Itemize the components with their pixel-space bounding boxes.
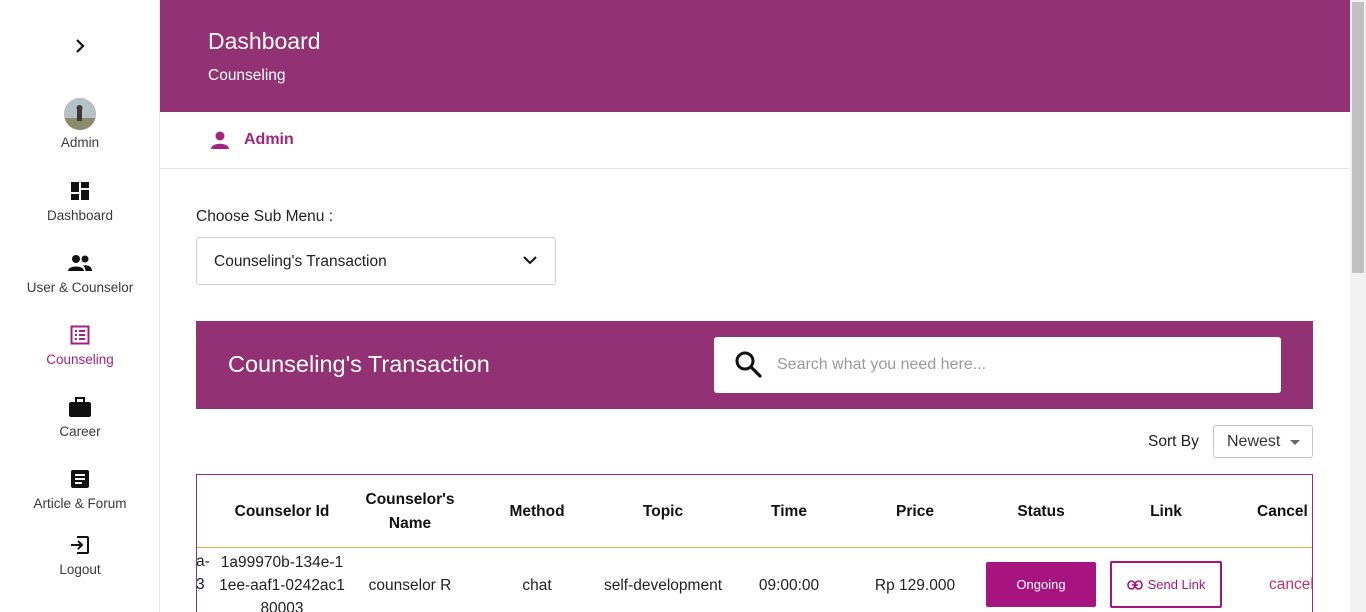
sidebar-item-user-counselor[interactable]: User & Counselor — [0, 251, 160, 295]
sidebar-item-logout[interactable]: Logout — [0, 533, 160, 577]
status-badge[interactable]: Ongoing — [986, 562, 1096, 607]
send-link-label: Send Link — [1147, 577, 1206, 592]
submenu-label: Choose Sub Menu : — [196, 208, 334, 225]
avatar — [64, 98, 96, 130]
sidebar-item-label: Counseling — [46, 352, 114, 367]
sidebar-item-label: Logout — [59, 562, 101, 577]
scrollbar-thumb[interactable] — [1352, 2, 1364, 273]
sidebar-profile[interactable]: Admin — [0, 98, 160, 150]
column-header: Status — [1017, 502, 1065, 520]
column-header: Topic — [642, 502, 684, 520]
submenu-selected-value: Counseling's Transaction — [214, 253, 387, 270]
submenu-select[interactable]: Counseling's Transaction — [196, 237, 556, 285]
column-header: Price — [896, 502, 934, 520]
briefcase-icon — [68, 395, 92, 419]
column-header: Cancel — [1257, 502, 1308, 520]
column-header: Link — [1150, 502, 1182, 520]
vertical-scrollbar[interactable] — [1350, 0, 1366, 612]
send-link-button[interactable]: Send Link — [1110, 561, 1222, 608]
search-input[interactable] — [777, 347, 1257, 383]
sort-select[interactable]: Newest — [1213, 425, 1313, 458]
cell-truncated-previous: a- 3 — [196, 553, 210, 593]
chevron-right-icon — [76, 39, 85, 53]
cell-counselor-id: 1a99970b-134e-11ee-aaf1-0242ac180003 — [219, 554, 345, 612]
transaction-panel-header: Counseling's Transaction — [196, 321, 1313, 409]
search-icon — [734, 350, 762, 383]
user-bar: Admin — [160, 112, 1350, 169]
logout-icon — [68, 533, 92, 557]
sidebar-item-label: Article & Forum — [33, 496, 127, 511]
sidebar-profile-label: Admin — [60, 135, 100, 150]
cell-counselor-name: counselor R — [368, 577, 452, 594]
search-box[interactable] — [714, 337, 1281, 393]
cell-method: chat — [522, 577, 552, 594]
sidebar-item-label: Dashboard — [46, 208, 114, 223]
column-header: Counselor's Name — [365, 490, 455, 532]
expand-sidebar-button[interactable] — [70, 35, 90, 57]
column-header: Method — [509, 502, 565, 520]
dashboard-icon — [68, 179, 92, 203]
sidebar-item-article-forum[interactable]: Article & Forum — [0, 467, 160, 511]
panel-title: Counseling's Transaction — [228, 351, 490, 377]
sidebar-item-counseling[interactable]: Counseling — [0, 323, 160, 367]
sidebar: Admin Dashboard User & Counselor Counsel… — [0, 0, 160, 612]
page-header: Dashboard Counseling — [160, 0, 1350, 112]
user-name[interactable]: Admin — [244, 131, 294, 149]
sidebar-item-career[interactable]: Career — [0, 395, 160, 439]
sidebar-item-label: Career — [59, 424, 101, 439]
transactions-table: Counselor Id Counselor's Name Method Top… — [196, 474, 1313, 612]
table-header-row: Counselor Id Counselor's Name Method Top… — [197, 475, 1312, 548]
sort-by-label: Sort By — [1148, 433, 1199, 450]
cell-time: 09:00:00 — [758, 577, 820, 594]
link-icon — [1126, 579, 1143, 590]
cell-price: Rp 129.000 — [874, 577, 956, 594]
people-icon — [68, 251, 92, 275]
chevron-down-icon — [523, 253, 537, 272]
list-icon — [68, 323, 92, 347]
column-header: Time — [771, 502, 807, 520]
sidebar-item-label: User & Counselor — [26, 280, 134, 295]
page-title: Dashboard — [208, 28, 321, 54]
cell-topic: self-development — [603, 577, 723, 594]
caret-down-icon — [1290, 440, 1300, 445]
cancel-link[interactable]: cancel — [1269, 576, 1312, 594]
page-subtitle: Counseling — [208, 67, 286, 84]
user-icon — [210, 131, 230, 154]
sort-selected-value: Newest — [1227, 433, 1281, 450]
sidebar-item-dashboard[interactable]: Dashboard — [0, 179, 160, 223]
article-icon — [68, 467, 92, 491]
column-header: Counselor Id — [234, 502, 330, 520]
